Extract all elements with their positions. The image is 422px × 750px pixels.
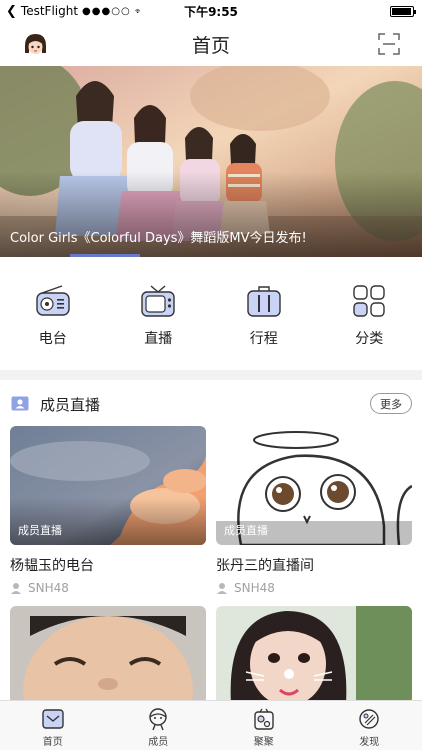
person-icon <box>217 583 227 594</box>
section-title: 成员直播 <box>40 396 101 414</box>
girl-avatar-icon[interactable] <box>22 31 49 58</box>
category-live[interactable]: 直播 <box>106 272 212 358</box>
category-label: 分类 <box>355 331 384 347</box>
live-card[interactable] <box>10 606 206 704</box>
live-card-title: 张丹三的直播间 <box>216 558 314 574</box>
battery-icon <box>390 5 416 17</box>
luggage-icon <box>247 286 281 317</box>
category-radio[interactable]: 电台 <box>0 272 106 358</box>
tab-gather[interactable]: 聚聚 <box>211 701 317 750</box>
tab-members[interactable]: 成员 <box>106 701 212 750</box>
category-label: 行程 <box>249 331 278 347</box>
live-card-group: SNH48 <box>234 581 275 595</box>
section-divider <box>0 370 422 380</box>
home-mail-icon <box>42 709 64 729</box>
live-card-thumbnail: 成员直播 <box>10 426 206 545</box>
tab-bar: 首页 成员 聚聚 发现 <box>0 700 422 750</box>
discover-icon <box>359 709 379 729</box>
live-card[interactable]: 成员直播 杨韫玉的电台 SNH48 <box>10 426 206 595</box>
live-card-meta: SNH48 <box>10 581 206 595</box>
status-bar: ❮ TestFlight ●●●○○ 下午9:55 <box>0 0 422 22</box>
live-card-tag: 成员直播 <box>224 524 268 537</box>
tab-label: 聚聚 <box>253 737 274 748</box>
member-card-icon <box>11 396 29 411</box>
live-card-group: SNH48 <box>28 581 69 595</box>
more-button[interactable]: 更多 <box>370 393 412 414</box>
live-card[interactable] <box>216 606 412 704</box>
member-icon <box>149 708 167 731</box>
gather-icon <box>254 708 274 730</box>
page-title: 首页 <box>191 34 230 57</box>
category-schedule[interactable]: 行程 <box>211 272 317 358</box>
girl-selfie-image <box>216 606 412 704</box>
signal-dots: ●●●○○ <box>82 5 131 17</box>
category-label: 电台 <box>38 331 67 347</box>
banner-caption: Color Girls《Colorful Days》舞蹈版MV今日发布! <box>10 231 307 246</box>
status-time: 下午9:55 <box>184 4 238 19</box>
live-card[interactable]: 成员直播 张丹三的直播间 SNH48 <box>216 426 412 595</box>
tv-icon <box>141 285 175 317</box>
banner-page-indicator <box>70 254 140 257</box>
back-chevron-icon[interactable]: ❮ <box>6 4 17 19</box>
category-label: 直播 <box>144 331 173 347</box>
person-icon <box>11 583 21 594</box>
live-card-meta: SNH48 <box>216 581 412 595</box>
scan-icon[interactable] <box>378 33 400 55</box>
baby-face-image <box>10 606 206 704</box>
category-row: 电台 直播 行程 分类 <box>0 272 422 358</box>
back-app-label[interactable]: TestFlight <box>21 4 78 18</box>
live-card-title: 杨韫玉的电台 <box>10 558 94 574</box>
category-classify[interactable]: 分类 <box>317 272 422 358</box>
tab-label: 首页 <box>42 737 63 748</box>
tab-label: 发现 <box>359 737 380 748</box>
live-card-tag: 成员直播 <box>18 524 62 537</box>
live-card-thumbnail: 成员直播 <box>216 426 412 545</box>
radio-icon <box>36 285 70 316</box>
tab-label: 成员 <box>148 737 169 748</box>
battery-fill <box>392 7 411 15</box>
category-grid-icon <box>353 285 385 317</box>
banner-carousel[interactable]: Color Girls《Colorful Days》舞蹈版MV今日发布! <box>0 66 422 257</box>
tab-home[interactable]: 首页 <box>0 701 106 750</box>
member-live-section-header: 成员直播 更多 <box>0 382 422 426</box>
tab-discover[interactable]: 发现 <box>317 701 422 750</box>
nav-bar: 首页 <box>0 22 422 66</box>
